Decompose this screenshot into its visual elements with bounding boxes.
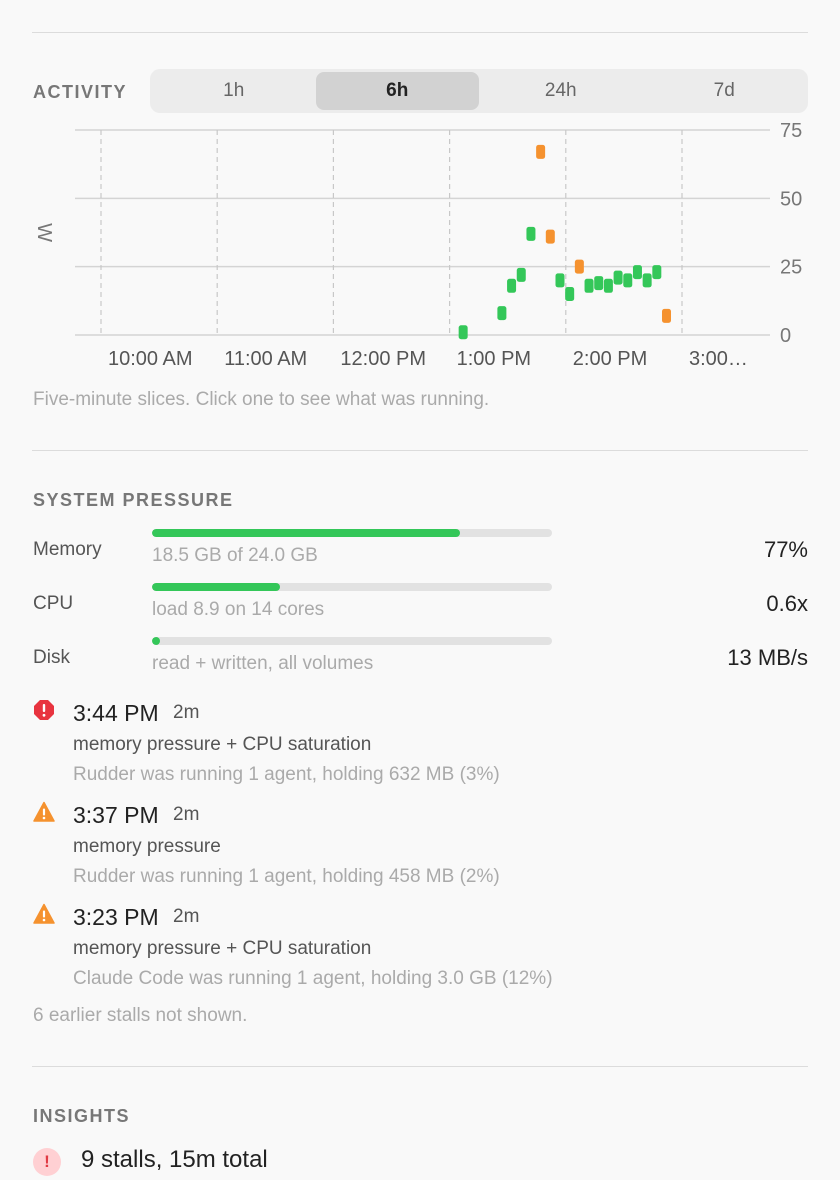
earlier-stalls-note: 6 earlier stalls not shown. [33, 1005, 248, 1026]
data-point[interactable] [507, 278, 517, 293]
stall-duration: 2m [173, 804, 200, 825]
data-point[interactable] [584, 278, 594, 293]
activity-divider [32, 450, 808, 451]
memory-label: Memory [33, 539, 102, 560]
data-point[interactable] [458, 325, 468, 340]
system-pressure-title: SYSTEM PRESSURE [33, 490, 234, 510]
stall-point[interactable] [662, 308, 672, 323]
range-tab-1h[interactable]: 1h [152, 72, 316, 110]
y-tick-label: 75 [780, 120, 802, 142]
stall-point[interactable] [574, 259, 584, 274]
top-divider [32, 32, 808, 33]
x-tick-label: 11:00 AM [224, 348, 307, 370]
alert-badge-icon: ! [33, 1148, 61, 1176]
y-tick-label: 0 [780, 325, 791, 347]
memory-bar-fill [152, 529, 460, 537]
disk-bar [152, 637, 552, 645]
data-point[interactable] [652, 265, 662, 280]
disk-value: 13 MB/s [727, 645, 808, 670]
warning-triangle-icon [33, 903, 55, 924]
stalls-divider [32, 1066, 808, 1067]
range-tab-24h[interactable]: 24h [479, 72, 643, 110]
error-octagon-icon [34, 700, 54, 720]
data-point[interactable] [516, 267, 526, 282]
data-point[interactable] [555, 273, 565, 288]
disk-bar-fill [152, 637, 160, 645]
data-point[interactable] [632, 265, 642, 280]
stall-detail: Rudder was running 1 agent, holding 458 … [73, 866, 500, 887]
memory-bar [152, 529, 552, 537]
cpu-label: CPU [33, 593, 74, 614]
x-tick-label: 12:00 PM [340, 348, 426, 370]
range-tab-6h[interactable]: 6h [315, 72, 479, 110]
cpu-bar-fill [152, 583, 280, 591]
memory-detail: 18.5 GB of 24.0 GB [152, 545, 318, 566]
disk-detail: read + written, all volumes [152, 653, 374, 674]
activity-chart[interactable]: 0 25 50 75 10:00 AM 11:00 AM 12:00 PM 1:00 PM 2:… [0, 118, 840, 380]
memory-value: 77% [763, 537, 808, 562]
stall-detail: Claude Code was running 1 agent, holding… [73, 968, 553, 989]
stall-point[interactable] [545, 229, 555, 244]
chart-hint: Five-minute slices. Click one to see wha… [33, 389, 490, 410]
stall-time[interactable]: 3:37 PM [73, 802, 159, 829]
stall-detail: Rudder was running 1 agent, holding 632 … [73, 764, 500, 785]
cpu-detail: load 8.9 on 14 cores [152, 599, 325, 620]
x-tick-label: 1:00 PM [457, 348, 531, 370]
stall-point[interactable] [536, 144, 546, 159]
insights-title: INSIGHTS [33, 1106, 131, 1126]
y-tick-label: 50 [780, 188, 802, 210]
range-segmented-control: 1h 6h 24h 7d [150, 69, 808, 113]
stall-duration: 2m [173, 906, 200, 927]
x-tick-label: 2:00 PM [573, 348, 647, 370]
cpu-bar [152, 583, 552, 591]
cpu-value: 0.6x [766, 591, 808, 616]
data-point[interactable] [594, 276, 604, 291]
x-tick-label: 10:00 AM [108, 348, 193, 370]
data-point[interactable] [603, 278, 613, 293]
stall-duration: 2m [173, 702, 200, 723]
data-point[interactable] [613, 270, 623, 285]
data-point[interactable] [526, 226, 536, 241]
stall-time[interactable]: 3:44 PM [73, 700, 159, 727]
disk-label: Disk [33, 647, 70, 668]
y-tick-label: 25 [780, 257, 802, 279]
data-point[interactable] [623, 273, 633, 288]
stall-description: memory pressure + CPU saturation [73, 938, 372, 959]
data-point[interactable] [642, 273, 652, 288]
x-tick-label: 3:00… [689, 348, 748, 370]
stall-time[interactable]: 3:23 PM [73, 904, 159, 931]
activity-title: ACTIVITY [33, 82, 128, 102]
stall-description: memory pressure [73, 836, 221, 857]
y-axis-label: W [33, 223, 55, 242]
insight-summary[interactable]: 9 stalls, 15m total [81, 1146, 268, 1174]
data-point[interactable] [565, 287, 575, 301]
range-tab-7d[interactable]: 7d [643, 72, 807, 110]
warning-triangle-icon [33, 801, 55, 822]
stall-description: memory pressure + CPU saturation [73, 734, 372, 755]
data-point[interactable] [497, 306, 507, 321]
